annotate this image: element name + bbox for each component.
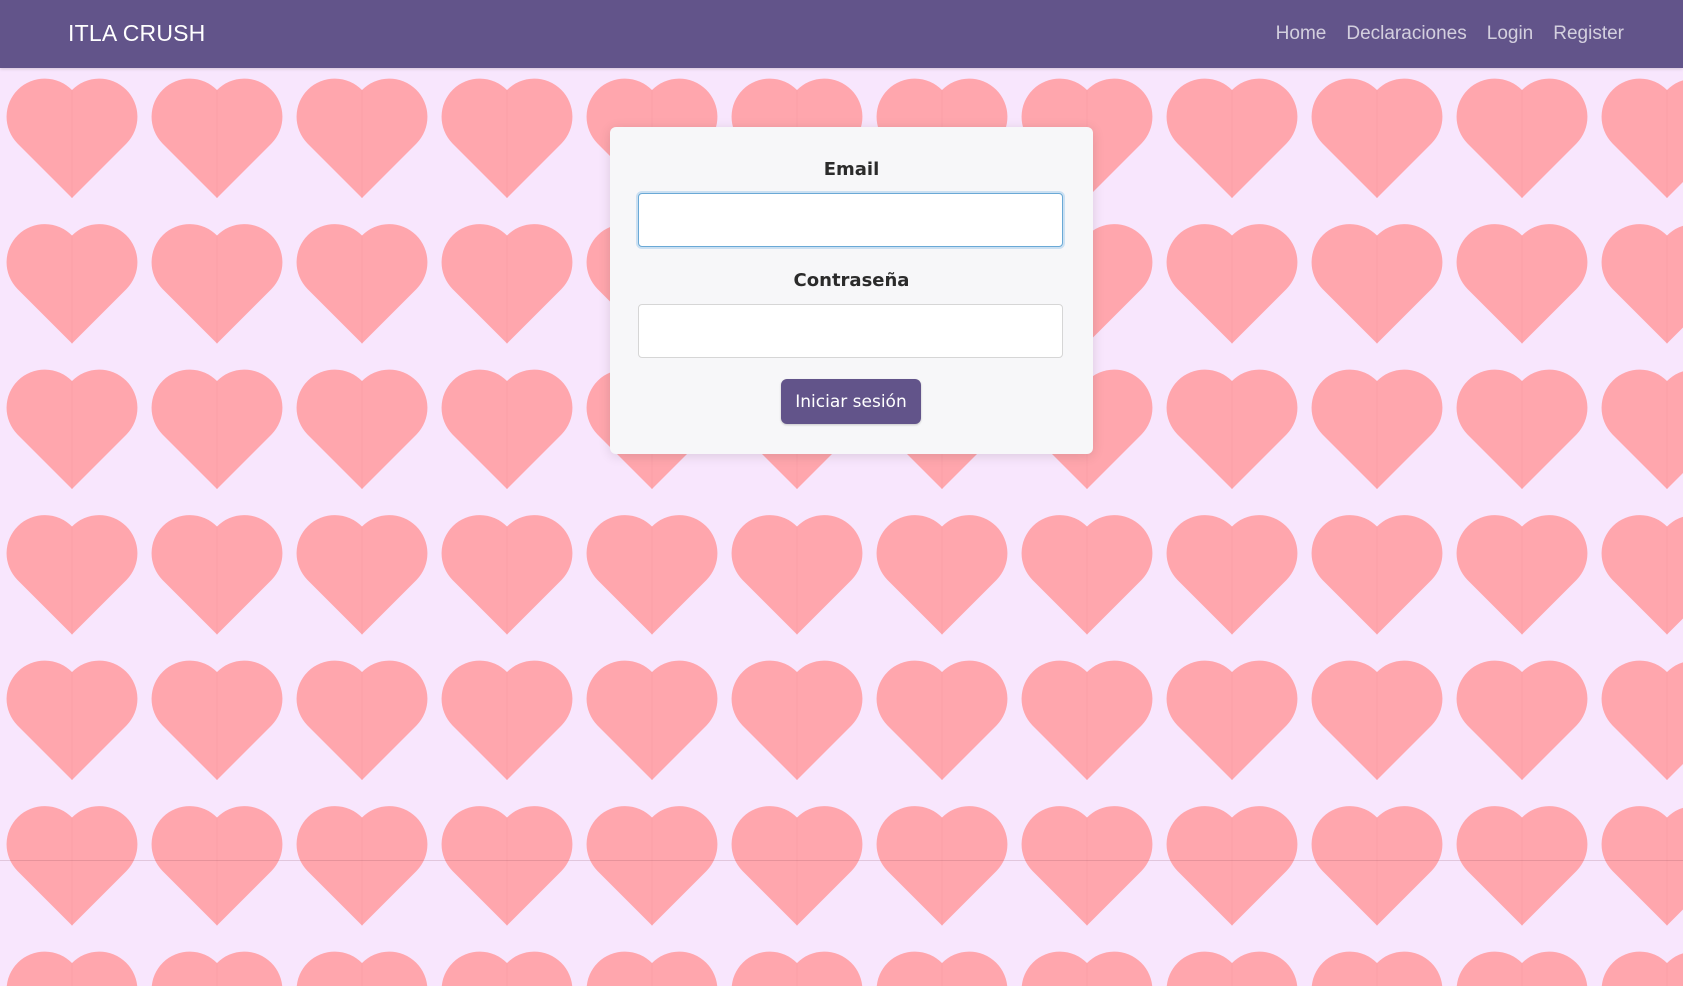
- top-navbar: ITLA CRUSH Home Declaraciones Login Regi…: [0, 0, 1683, 68]
- password-label: Contraseña: [793, 270, 910, 291]
- nav-link-login[interactable]: Login: [1487, 23, 1534, 45]
- nav-link-home[interactable]: Home: [1276, 23, 1327, 45]
- nav-link-declaraciones[interactable]: Declaraciones: [1346, 23, 1466, 45]
- brand-logo[interactable]: ITLA CRUSH: [68, 0, 205, 68]
- nav-links: Home Declaraciones Login Register: [1256, 0, 1624, 68]
- email-label: Email: [823, 159, 880, 180]
- divider-line: [0, 860, 1683, 861]
- nav-link-register[interactable]: Register: [1553, 23, 1624, 45]
- login-card: Email Contraseña Iniciar sesión: [610, 127, 1093, 454]
- email-field[interactable]: [638, 193, 1063, 247]
- login-button[interactable]: Iniciar sesión: [781, 379, 921, 424]
- password-field[interactable]: [638, 304, 1063, 358]
